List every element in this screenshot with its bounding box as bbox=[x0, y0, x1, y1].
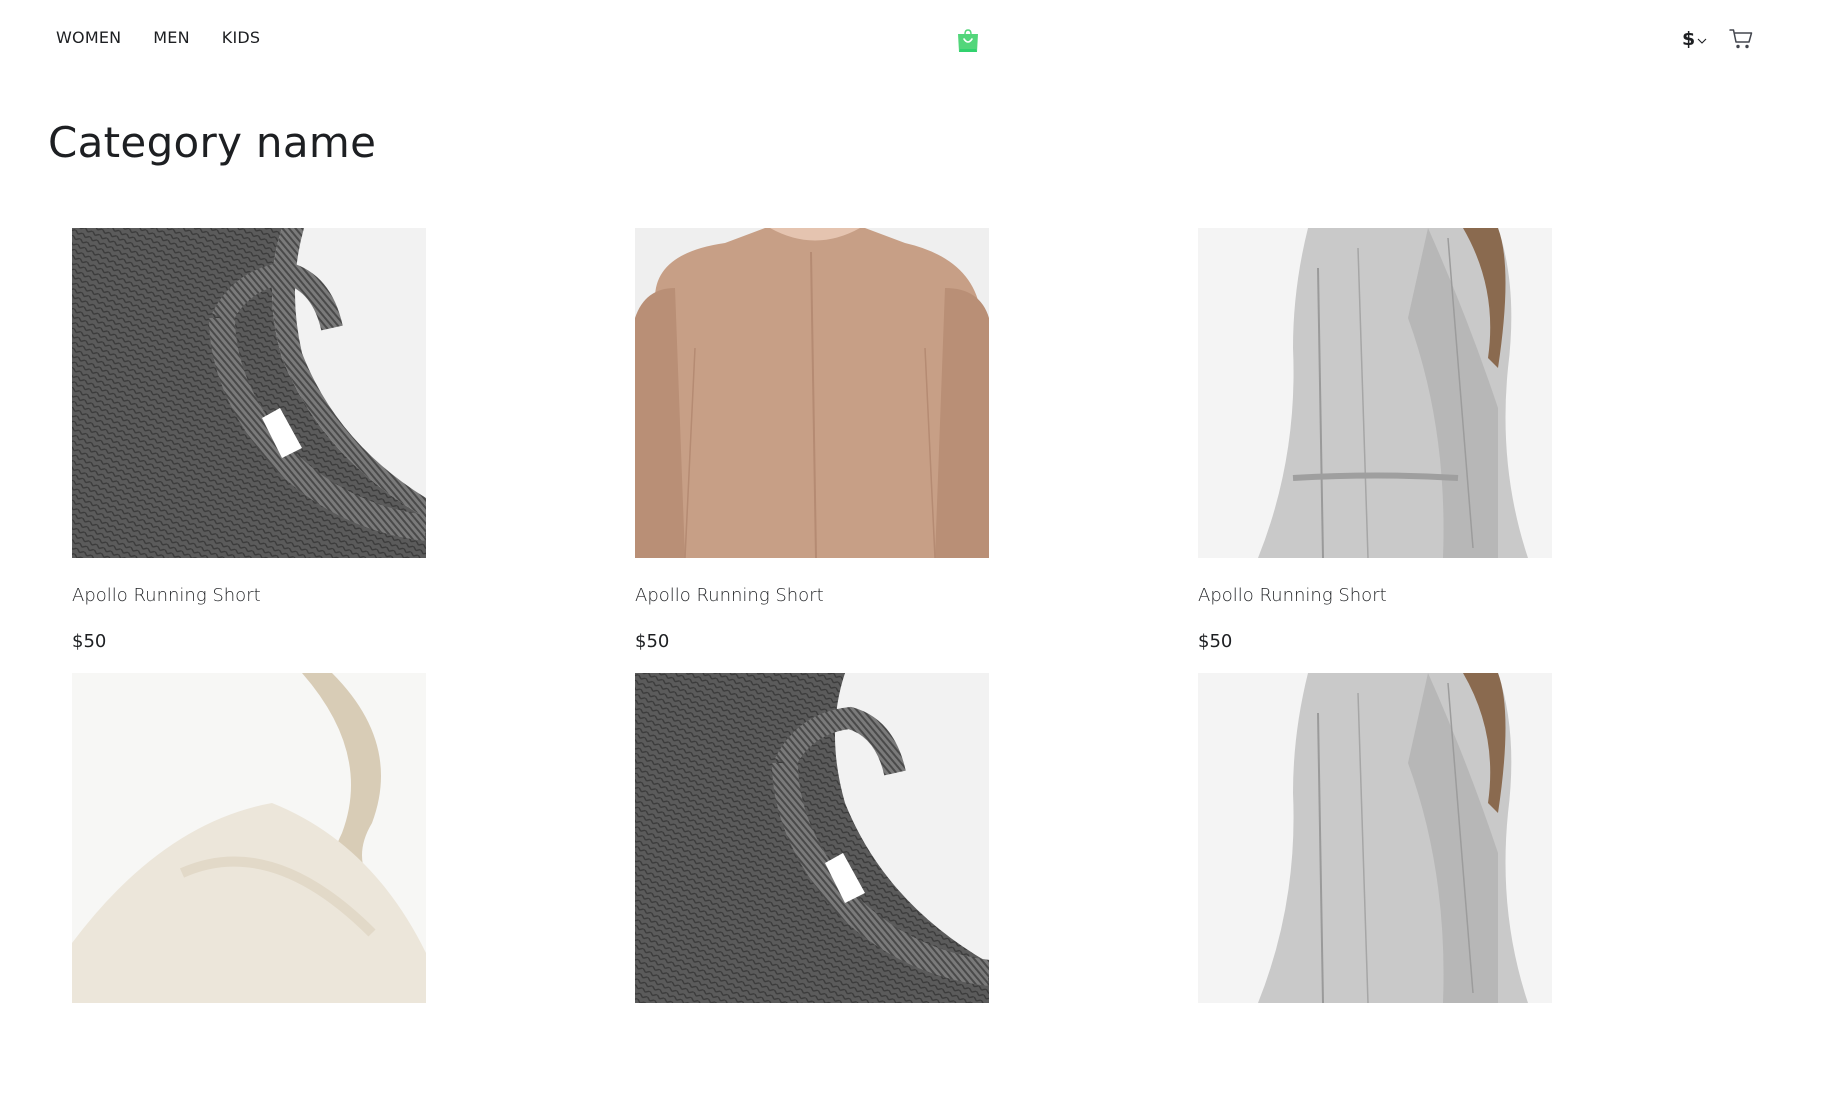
chevron-down-icon bbox=[1697, 30, 1707, 49]
nav-item-kids[interactable]: KIDS bbox=[222, 28, 261, 47]
product-card[interactable]: Apollo Running Short $50 bbox=[1198, 228, 1552, 672]
category-title: Category name bbox=[48, 118, 377, 167]
product-image[interactable] bbox=[72, 228, 426, 558]
nav-item-women[interactable]: WOMEN bbox=[56, 28, 121, 47]
nav-item-men[interactable]: MEN bbox=[153, 28, 189, 47]
product-card[interactable] bbox=[635, 673, 989, 1117]
product-image[interactable] bbox=[1198, 228, 1552, 558]
shopping-bag-logo-icon[interactable] bbox=[955, 28, 981, 54]
currency-switcher[interactable]: $ bbox=[1682, 28, 1707, 50]
product-card[interactable] bbox=[72, 673, 426, 1117]
product-card[interactable]: Apollo Running Short $50 bbox=[72, 228, 426, 672]
product-price: $50 bbox=[1198, 631, 1233, 652]
cart-icon[interactable] bbox=[1729, 28, 1753, 50]
category-nav: WOMEN MEN KIDS bbox=[56, 28, 260, 47]
site-header: WOMEN MEN KIDS $ bbox=[0, 0, 1848, 80]
product-price: $50 bbox=[72, 631, 107, 652]
product-card[interactable]: Apollo Running Short $50 bbox=[635, 228, 989, 672]
product-name[interactable]: Apollo Running Short bbox=[72, 585, 261, 606]
product-image[interactable] bbox=[635, 228, 989, 558]
product-card[interactable] bbox=[1198, 673, 1552, 1117]
product-name[interactable]: Apollo Running Short bbox=[1198, 585, 1387, 606]
product-price: $50 bbox=[635, 631, 670, 652]
header-actions: $ bbox=[1682, 28, 1753, 50]
currency-symbol: $ bbox=[1682, 28, 1696, 50]
product-name[interactable]: Apollo Running Short bbox=[635, 585, 824, 606]
